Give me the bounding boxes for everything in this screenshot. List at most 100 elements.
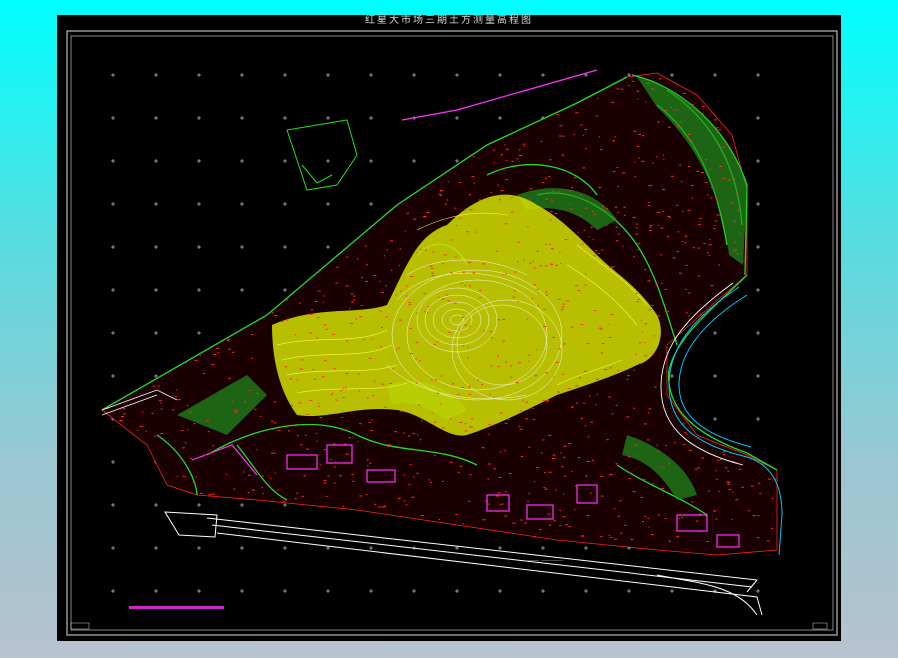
- survey-point: [199, 354, 202, 356]
- survey-point: [464, 324, 467, 326]
- survey-point: [373, 380, 376, 382]
- survey-point: [657, 315, 661, 317]
- survey-point: [604, 369, 608, 370]
- survey-point: [419, 249, 423, 251]
- survey-point: [420, 514, 424, 516]
- survey-point: [459, 182, 462, 183]
- survey-point: [437, 341, 439, 343]
- survey-point: [596, 378, 599, 380]
- survey-point: [427, 306, 430, 307]
- survey-point: [380, 346, 383, 348]
- survey-point: [497, 492, 501, 494]
- survey-point: [662, 210, 665, 212]
- survey-point: [431, 275, 435, 276]
- survey-point: [439, 189, 443, 191]
- survey-point: [563, 445, 567, 447]
- survey-point: [685, 289, 687, 290]
- survey-point: [600, 476, 604, 477]
- survey-point: [469, 474, 472, 476]
- survey-point: [706, 194, 709, 196]
- survey-point: [552, 458, 556, 459]
- survey-point: [119, 420, 123, 421]
- survey-point: [381, 327, 383, 328]
- survey-point: [412, 433, 415, 435]
- survey-point: [595, 115, 598, 117]
- survey-point: [457, 471, 460, 473]
- survey-point: [560, 452, 562, 454]
- survey-point: [371, 395, 375, 397]
- survey-point: [573, 134, 575, 136]
- survey-point: [323, 482, 327, 484]
- survey-point: [577, 290, 581, 292]
- survey-point: [714, 225, 716, 227]
- survey-point: [578, 377, 582, 379]
- survey-point: [699, 218, 702, 219]
- survey-point: [232, 351, 235, 353]
- survey-point: [482, 263, 485, 265]
- survey-point: [545, 291, 548, 293]
- survey-point: [702, 106, 705, 108]
- survey-point: [708, 244, 712, 246]
- survey-point: [503, 170, 505, 172]
- survey-point: [735, 193, 738, 195]
- survey-point: [606, 439, 609, 441]
- survey-point: [684, 235, 688, 237]
- survey-point: [299, 302, 301, 304]
- survey-point: [386, 249, 388, 251]
- survey-point: [670, 175, 674, 177]
- survey-point: [499, 503, 502, 505]
- survey-point: [325, 328, 328, 330]
- survey-point: [384, 406, 387, 408]
- survey-point: [562, 303, 565, 305]
- survey-point: [408, 304, 412, 306]
- survey-point: [269, 478, 272, 480]
- survey-point: [289, 378, 293, 380]
- survey-point: [548, 434, 552, 436]
- survey-point: [529, 262, 532, 264]
- survey-point: [617, 212, 619, 213]
- survey-point: [644, 269, 647, 271]
- survey-point: [310, 309, 314, 311]
- survey-point: [262, 475, 264, 477]
- survey-point: [326, 496, 328, 497]
- survey-point: [415, 341, 418, 343]
- survey-point: [519, 428, 523, 430]
- survey-point: [433, 454, 436, 456]
- survey-point: [469, 209, 473, 211]
- survey-point: [648, 202, 650, 203]
- survey-point: [441, 298, 445, 300]
- survey-point: [356, 258, 359, 260]
- survey-point: [357, 373, 360, 375]
- survey-point: [662, 154, 665, 156]
- survey-point: [403, 474, 406, 476]
- survey-point: [336, 266, 339, 268]
- survey-point: [185, 362, 187, 364]
- survey-point: [228, 348, 231, 350]
- survey-point: [350, 293, 354, 295]
- survey-point: [635, 444, 638, 446]
- survey-point: [552, 190, 555, 192]
- survey-point: [596, 394, 599, 395]
- survey-point: [154, 435, 157, 437]
- survey-point: [651, 304, 654, 306]
- survey-point: [733, 249, 737, 251]
- survey-point: [697, 275, 700, 277]
- survey-point: [727, 179, 731, 181]
- survey-point: [145, 430, 147, 432]
- survey-point: [626, 379, 629, 381]
- survey-point: [523, 145, 526, 147]
- survey-point: [437, 296, 440, 298]
- survey-point: [563, 475, 566, 477]
- survey-point: [453, 302, 457, 304]
- survey-point: [598, 136, 601, 138]
- survey-point: [305, 434, 307, 436]
- survey-point: [315, 432, 318, 434]
- survey-point: [571, 471, 573, 473]
- survey-point: [696, 170, 700, 172]
- survey-point: [271, 312, 274, 314]
- survey-point: [381, 383, 385, 385]
- survey-point: [296, 492, 299, 494]
- survey-point: [645, 101, 647, 103]
- survey-point: [584, 129, 588, 131]
- survey-point: [467, 346, 469, 348]
